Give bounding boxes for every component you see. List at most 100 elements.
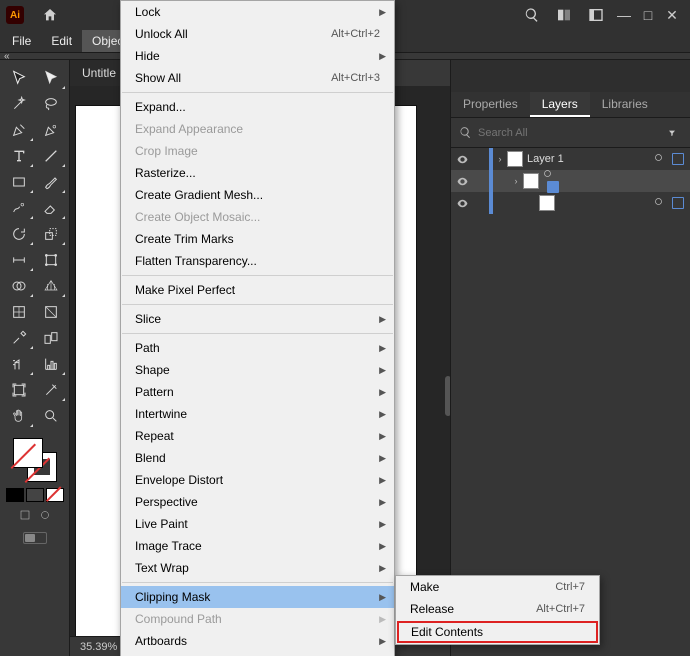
magic-wand-tool[interactable] [4,92,34,116]
visibility-toggle-icon[interactable] [451,153,473,166]
menu-item[interactable]: Repeat▶ [121,425,394,447]
menu-item[interactable]: Perspective▶ [121,491,394,513]
menu-item[interactable]: Image Trace▶ [121,535,394,557]
rotate-tool[interactable] [4,222,34,246]
tab-libraries[interactable]: Libraries [590,92,660,117]
visibility-toggle-icon[interactable] [451,197,473,210]
workspace-switcher-icon[interactable] [583,2,609,28]
target-icon[interactable] [543,169,557,181]
rectangle-tool[interactable] [4,170,34,194]
menu-item[interactable]: Envelope Distort▶ [121,469,394,491]
mesh-tool[interactable] [4,300,34,324]
scale-tool[interactable] [36,222,66,246]
layer-thumbnail [507,151,523,167]
home-icon[interactable] [37,2,63,28]
menu-item: Expand Appearance [121,118,394,140]
window-minimize-button[interactable]: — [616,7,632,23]
draw-mode-buttons[interactable] [16,508,54,522]
menu-item[interactable]: Unlock AllAlt+Ctrl+2 [121,23,394,45]
layers-search-input[interactable] [478,127,668,139]
window-maximize-button[interactable]: □ [640,7,656,23]
selection-indicator[interactable] [672,197,684,209]
app-logo: Ai [6,6,24,24]
layer-thumbnail [523,173,539,189]
arrange-documents-icon[interactable] [551,2,577,28]
menu-edit[interactable]: Edit [41,30,82,52]
tab-layers[interactable]: Layers [530,92,590,117]
menu-item[interactable]: Create Gradient Mesh... [121,184,394,206]
menu-item[interactable]: Lock▶ [121,1,394,23]
width-tool[interactable] [4,248,34,272]
blend-tool[interactable] [36,326,66,350]
target-icon[interactable] [654,197,668,209]
filter-icon[interactable] [668,127,682,139]
gradient-tool[interactable] [36,300,66,324]
menu-item[interactable]: Flatten Transparency... [121,250,394,272]
menu-separator [122,333,393,334]
line-tool[interactable] [36,144,66,168]
menu-item[interactable]: Shape▶ [121,359,394,381]
layer-row[interactable] [451,192,690,214]
layer-name [543,169,690,193]
paintbrush-tool[interactable] [36,170,66,194]
window-close-button[interactable]: ✕ [664,7,680,23]
app-root: Ai — □ ✕ File Edit Object « [0,0,690,656]
curvature-tool[interactable] [36,118,66,142]
color-mode-buttons[interactable] [6,488,64,502]
expand-toggle-icon[interactable]: › [509,176,523,186]
slice-tool[interactable] [36,378,66,402]
lasso-tool[interactable] [36,92,66,116]
submenu-item[interactable]: Edit Contents [397,621,598,643]
selection-indicator[interactable] [672,153,684,165]
menu-item[interactable]: Show AllAlt+Ctrl+3 [121,67,394,89]
menu-item[interactable]: Make Pixel Perfect [121,279,394,301]
menu-separator [122,275,393,276]
visibility-toggle-icon[interactable] [451,175,473,188]
perspective-grid-tool[interactable] [36,274,66,298]
submenu-item[interactable]: MakeCtrl+7 [396,576,599,598]
fill-stroke-swatches[interactable] [13,438,57,482]
submenu-item[interactable]: ReleaseAlt+Ctrl+7 [396,598,599,620]
menu-file[interactable]: File [2,30,41,52]
menu-item[interactable]: Pattern▶ [121,381,394,403]
expand-toggle-icon[interactable]: › [493,154,507,164]
hand-tool[interactable] [4,404,34,428]
menu-item[interactable]: Rasterize... [121,162,394,184]
shape-builder-tool[interactable] [4,274,34,298]
menu-item[interactable]: Text Wrap▶ [121,557,394,579]
menu-item[interactable]: Graph▶ [121,652,394,656]
target-icon[interactable] [654,153,668,165]
tab-properties[interactable]: Properties [451,92,530,117]
vertical-scrollbar[interactable] [445,376,450,416]
layer-row[interactable]: ›Layer 1 [451,148,690,170]
direct-selection-tool[interactable] [36,66,66,90]
shaper-tool[interactable] [4,196,34,220]
search-icon[interactable] [519,2,545,28]
pen-tool[interactable] [4,118,34,142]
zoom-tool[interactable] [36,404,66,428]
artboard-tool[interactable] [4,378,34,402]
menu-item[interactable]: Hide▶ [121,45,394,67]
menu-item[interactable]: Blend▶ [121,447,394,469]
eraser-tool[interactable] [36,196,66,220]
free-transform-tool[interactable] [36,248,66,272]
menu-item: Crop Image [121,140,394,162]
menu-item[interactable]: Artboards▶ [121,630,394,652]
menu-item[interactable]: Intertwine▶ [121,403,394,425]
layer-row[interactable]: › [451,170,690,192]
menu-item[interactable]: Create Trim Marks [121,228,394,250]
menu-item[interactable]: Clipping Mask▶ [121,586,394,608]
column-graph-tool[interactable] [36,352,66,376]
layer-thumbnail [539,195,555,211]
selection-tool[interactable] [4,66,34,90]
selection-indicator[interactable] [547,181,559,193]
panel-tabs: Properties Layers Libraries [451,92,690,118]
edit-toolbar-button[interactable] [23,532,47,544]
menu-item[interactable]: Live Paint▶ [121,513,394,535]
menu-item[interactable]: Slice▶ [121,308,394,330]
symbol-sprayer-tool[interactable] [4,352,34,376]
menu-item[interactable]: Expand... [121,96,394,118]
type-tool[interactable] [4,144,34,168]
menu-item[interactable]: Path▶ [121,337,394,359]
eyedropper-tool[interactable] [4,326,34,350]
